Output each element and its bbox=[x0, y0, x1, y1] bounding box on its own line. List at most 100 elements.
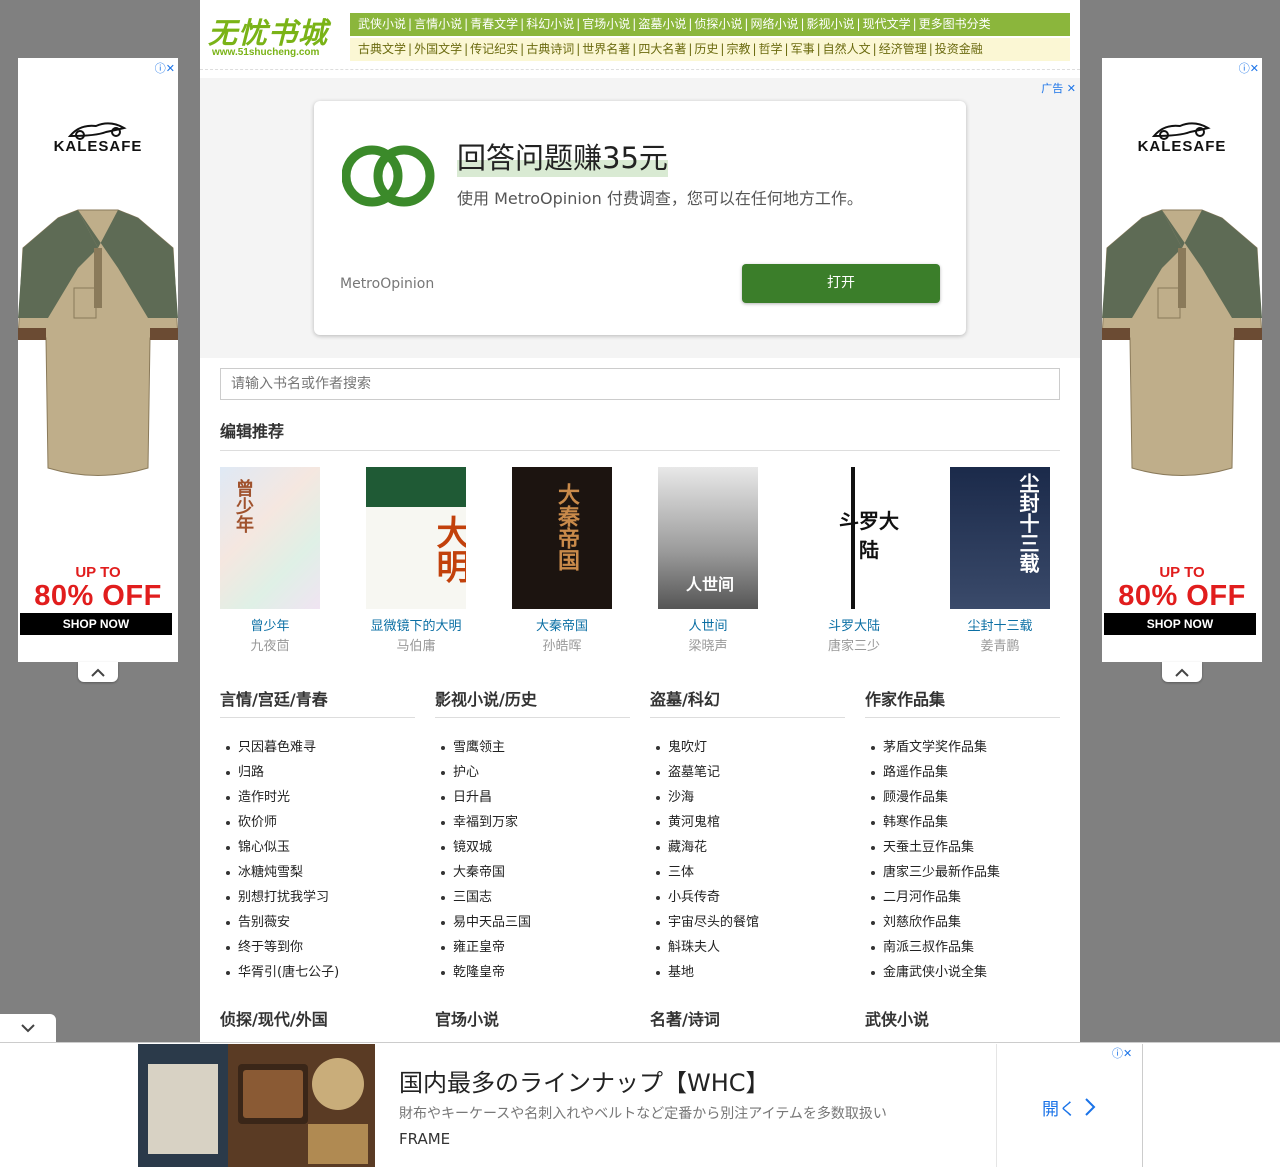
nav-link[interactable]: 武侠小说 bbox=[358, 17, 406, 31]
nav-link[interactable]: 自然人文 bbox=[823, 42, 871, 56]
nav-link[interactable]: 四大名著 bbox=[638, 42, 686, 56]
category-title[interactable]: 名著/诗词 bbox=[650, 1006, 720, 1030]
book-title[interactable]: 曾少年 bbox=[220, 615, 320, 634]
list-item[interactable]: 造作时光 bbox=[220, 788, 339, 813]
bottom-ad[interactable]: 国内最多のラインナップ【WHC】 財布やキーケースや名刺入れやベルトなど定番から… bbox=[0, 1042, 1280, 1167]
list-item[interactable]: 茅盾文学奖作品集 bbox=[865, 738, 1000, 763]
list-item[interactable]: 金庸武侠小说全集 bbox=[865, 963, 1000, 988]
collapse-bottom-ad-button[interactable] bbox=[0, 1014, 56, 1042]
left-side-ad[interactable]: ⓘ✕ KALESAFE UP TO 80% OFF SHOP NOW bbox=[18, 58, 178, 662]
list-item[interactable]: 鬼吹灯 bbox=[650, 738, 759, 763]
list-item[interactable]: 三国志 bbox=[435, 888, 531, 913]
close-icon[interactable]: ✕ bbox=[1067, 82, 1076, 95]
list-item[interactable]: 斛珠夫人 bbox=[650, 938, 759, 963]
adchoices-icon[interactable]: ⓘ✕ bbox=[1112, 1045, 1132, 1061]
site-logo[interactable]: 无忧书城 bbox=[208, 10, 328, 52]
nav-link[interactable]: 宗教 bbox=[726, 42, 750, 56]
book-cover[interactable]: 曾少年 bbox=[220, 467, 320, 609]
list-item[interactable]: 南派三叔作品集 bbox=[865, 938, 1000, 963]
list-item[interactable]: 只因暮色难寻 bbox=[220, 738, 339, 763]
book-cover[interactable]: 人世间 bbox=[658, 467, 758, 609]
nav-link[interactable]: 科幻小说 bbox=[526, 17, 574, 31]
book-title[interactable]: 尘封十三载 bbox=[950, 615, 1050, 634]
book-title[interactable]: 斗罗大陆 bbox=[804, 615, 904, 634]
book-cover[interactable]: 大明 bbox=[366, 467, 466, 609]
list-item[interactable]: 基地 bbox=[650, 963, 759, 988]
right-side-ad[interactable]: ⓘ✕ KALESAFE UP TO 80% OFF SHOP NOW bbox=[1102, 58, 1262, 662]
shop-now-button[interactable]: SHOP NOW bbox=[20, 613, 172, 635]
book-card[interactable]: 大秦帝国 大秦帝国 孙皓晖 bbox=[512, 467, 612, 654]
nav-link[interactable]: 经济管理 bbox=[879, 42, 927, 56]
list-item[interactable]: 砍价师 bbox=[220, 813, 339, 838]
book-card[interactable]: 大明 显微镜下的大明 马伯庸 bbox=[366, 467, 466, 654]
list-item[interactable]: 雍正皇帝 bbox=[435, 938, 531, 963]
category-title[interactable]: 言情/宫廷/青春 bbox=[220, 686, 328, 710]
list-item[interactable]: 刘慈欣作品集 bbox=[865, 913, 1000, 938]
book-title[interactable]: 显微镜下的大明 bbox=[366, 615, 466, 634]
list-item[interactable]: 别想打扰我学习 bbox=[220, 888, 339, 913]
chevron-right-icon[interactable] bbox=[1083, 1097, 1097, 1117]
list-item[interactable]: 韩寒作品集 bbox=[865, 813, 1000, 838]
book-cover[interactable]: 尘封十三载 bbox=[950, 467, 1050, 609]
list-item[interactable]: 乾隆皇帝 bbox=[435, 963, 531, 988]
adchoices-icon[interactable]: ⓘ✕ bbox=[1239, 60, 1259, 76]
nav-link[interactable]: 现代文学 bbox=[863, 17, 911, 31]
book-card[interactable]: 斗罗大陆 斗罗大陆 唐家三少 bbox=[804, 467, 904, 654]
shop-now-button[interactable]: SHOP NOW bbox=[1104, 613, 1256, 635]
list-item[interactable]: 幸福到万家 bbox=[435, 813, 531, 838]
nav-link[interactable]: 哲学 bbox=[759, 42, 783, 56]
top-ad-card[interactable]: 回答问题赚35元 使用 MetroOpinion 付费调查，您可以在任何地方工作… bbox=[314, 101, 966, 335]
category-title[interactable]: 侦探/现代/外国 bbox=[220, 1006, 328, 1030]
bottom-ad-title[interactable]: 国内最多のラインナップ【WHC】 bbox=[399, 1063, 770, 1098]
list-item[interactable]: 三体 bbox=[650, 863, 759, 888]
book-title[interactable]: 大秦帝国 bbox=[512, 615, 612, 634]
search-input[interactable] bbox=[220, 368, 1060, 400]
list-item[interactable]: 雪鹰领主 bbox=[435, 738, 531, 763]
ad-label[interactable]: 广告 ✕ bbox=[1041, 80, 1076, 96]
nav-link[interactable]: 外国文学 bbox=[414, 42, 462, 56]
list-item[interactable]: 华胥引(唐七公子) bbox=[220, 963, 339, 988]
book-cover[interactable]: 斗罗大陆 bbox=[804, 467, 904, 609]
nav-link[interactable]: 盗墓小说 bbox=[638, 17, 686, 31]
collapse-left-ad-button[interactable] bbox=[78, 662, 118, 682]
list-item[interactable]: 宇宙尽头的餐馆 bbox=[650, 913, 759, 938]
list-item[interactable]: 藏海花 bbox=[650, 838, 759, 863]
list-item[interactable]: 顾漫作品集 bbox=[865, 788, 1000, 813]
list-item[interactable]: 小兵传奇 bbox=[650, 888, 759, 913]
nav-link[interactable]: 传记纪实 bbox=[470, 42, 518, 56]
list-item[interactable]: 盗墓笔记 bbox=[650, 763, 759, 788]
bottom-ad-open-button[interactable]: 開く bbox=[1042, 1095, 1076, 1120]
category-title[interactable]: 作家作品集 bbox=[865, 686, 945, 710]
list-item[interactable]: 大秦帝国 bbox=[435, 863, 531, 888]
nav-link[interactable]: 侦探小说 bbox=[694, 17, 742, 31]
list-item[interactable]: 护心 bbox=[435, 763, 531, 788]
book-title[interactable]: 人世间 bbox=[658, 615, 758, 634]
nav-link[interactable]: 军事 bbox=[791, 42, 815, 56]
adchoices-icon[interactable]: ⓘ✕ bbox=[155, 60, 175, 76]
list-item[interactable]: 黄河鬼棺 bbox=[650, 813, 759, 838]
nav-link[interactable]: 青春文学 bbox=[470, 17, 518, 31]
category-title[interactable]: 官场小说 bbox=[435, 1006, 499, 1030]
list-item[interactable]: 二月河作品集 bbox=[865, 888, 1000, 913]
nav-link[interactable]: 影视小说 bbox=[807, 17, 855, 31]
collapse-right-ad-button[interactable] bbox=[1162, 662, 1202, 682]
ad-open-button[interactable]: 打开 bbox=[742, 264, 940, 303]
book-cover[interactable]: 大秦帝国 bbox=[512, 467, 612, 609]
list-item[interactable]: 锦心似玉 bbox=[220, 838, 339, 863]
list-item[interactable]: 告别薇安 bbox=[220, 913, 339, 938]
book-card[interactable]: 尘封十三载 尘封十三载 姜青鹏 bbox=[950, 467, 1050, 654]
list-item[interactable]: 日升昌 bbox=[435, 788, 531, 813]
nav-link[interactable]: 历史 bbox=[694, 42, 718, 56]
list-item[interactable]: 路遥作品集 bbox=[865, 763, 1000, 788]
nav-link[interactable]: 世界名著 bbox=[582, 42, 630, 56]
list-item[interactable]: 终于等到你 bbox=[220, 938, 339, 963]
nav-link[interactable]: 古典诗词 bbox=[526, 42, 574, 56]
nav-link[interactable]: 网络小说 bbox=[750, 17, 798, 31]
category-title[interactable]: 盗墓/科幻 bbox=[650, 686, 720, 710]
list-item[interactable]: 归路 bbox=[220, 763, 339, 788]
book-card[interactable]: 曾少年 曾少年 九夜茴 bbox=[220, 467, 320, 654]
book-card[interactable]: 人世间 人世间 梁晓声 bbox=[658, 467, 758, 654]
nav-link[interactable]: 言情小说 bbox=[414, 17, 462, 31]
list-item[interactable]: 镜双城 bbox=[435, 838, 531, 863]
list-item[interactable]: 易中天品三国 bbox=[435, 913, 531, 938]
